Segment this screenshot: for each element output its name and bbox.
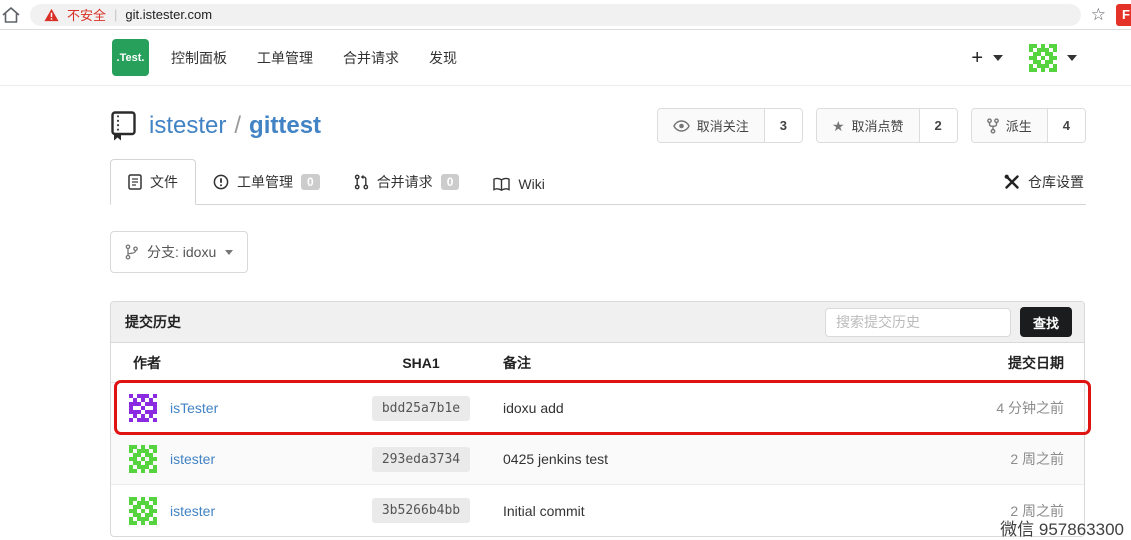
home-icon[interactable] xyxy=(2,6,20,24)
forks-count[interactable]: 4 xyxy=(1048,109,1085,142)
commit-search-input[interactable] xyxy=(825,308,1011,337)
repo-title-separator: / xyxy=(234,112,241,139)
repo-header: istester / gittest 取消关注 3 ★ 取消点赞 2 xyxy=(110,108,1086,143)
chevron-down-icon[interactable] xyxy=(993,55,1003,61)
header-message: 备注 xyxy=(491,353,934,373)
commit-search-button[interactable]: 查找 xyxy=(1020,307,1072,337)
header-date: 提交日期 xyxy=(934,353,1084,373)
fork-icon xyxy=(987,118,999,134)
tab-files-label: 文件 xyxy=(150,172,178,192)
tab-wiki-label: Wiki xyxy=(518,176,544,192)
issue-icon xyxy=(213,174,229,190)
tab-issues-label: 工单管理 xyxy=(237,172,293,192)
chevron-down-icon xyxy=(225,250,233,255)
unwatch-button[interactable]: 取消关注 3 xyxy=(657,108,803,143)
unwatch-label: 取消关注 xyxy=(697,116,749,135)
create-new-button[interactable]: + xyxy=(971,48,983,68)
commit-date: 2 周之前 xyxy=(934,449,1084,469)
branch-selector-label: 分支: idoxu xyxy=(147,242,216,262)
tab-wiki[interactable]: Wiki xyxy=(476,164,561,204)
commit-message: 0425 jenkins test xyxy=(491,451,934,467)
commit-sha-badge[interactable]: 3b5266b4bb xyxy=(372,498,470,523)
browser-extension-icon[interactable]: F xyxy=(1116,4,1131,26)
unstar-button[interactable]: ★ 取消点赞 2 xyxy=(816,108,958,143)
header-author: 作者 xyxy=(111,353,351,373)
tab-pull-requests[interactable]: 合并请求 0 xyxy=(337,160,477,204)
site-logo[interactable]: .Test. xyxy=(112,39,149,76)
fork-label: 派生 xyxy=(1006,116,1032,135)
commit-row[interactable]: isTester bdd25a7b1e idoxu add 4 分钟之前 xyxy=(111,383,1084,434)
commit-sha-badge[interactable]: bdd25a7b1e xyxy=(372,396,470,421)
stars-count[interactable]: 2 xyxy=(920,109,957,142)
commit-author-avatar[interactable] xyxy=(129,445,157,473)
commit-author-avatar[interactable] xyxy=(129,394,157,422)
commit-row[interactable]: istester 293eda3734 0425 jenkins test 2 … xyxy=(111,434,1084,485)
commit-table: 作者 SHA1 备注 提交日期 isTester bdd25a7b1e idox… xyxy=(111,343,1084,536)
repo-settings-label: 仓库设置 xyxy=(1028,172,1084,192)
repo-tabs: 文件 工单管理 0 合并请求 0 Wiki 仓库设置 xyxy=(110,159,1086,205)
tab-files[interactable]: 文件 xyxy=(110,159,196,205)
user-avatar[interactable] xyxy=(1029,44,1057,72)
repo-title: istester / gittest xyxy=(149,112,321,140)
merge-request-icon xyxy=(354,174,369,190)
tools-icon xyxy=(1004,174,1020,190)
commit-history-header: 提交历史 查找 xyxy=(111,302,1084,343)
fork-button[interactable]: 派生 4 xyxy=(971,108,1086,143)
commit-author-link[interactable]: isTester xyxy=(170,400,218,416)
wechat-watermark: 微信 957863300 xyxy=(1000,515,1124,540)
panel-title: 提交历史 xyxy=(125,312,181,332)
commit-author-avatar[interactable] xyxy=(129,497,157,525)
commit-row[interactable]: istester 3b5266b4bb Initial commit 2 周之前 xyxy=(111,485,1084,536)
warning-triangle-icon xyxy=(44,8,59,22)
repo-name-link[interactable]: gittest xyxy=(249,112,321,139)
commit-sha-badge[interactable]: 293eda3734 xyxy=(372,447,470,472)
branch-icon xyxy=(125,244,138,260)
security-warning[interactable]: 不安全 xyxy=(67,5,106,24)
nav-explore[interactable]: 发现 xyxy=(429,48,457,68)
nav-issues[interactable]: 工单管理 xyxy=(257,48,313,68)
wiki-book-icon xyxy=(493,177,510,192)
commit-table-header: 作者 SHA1 备注 提交日期 xyxy=(111,343,1084,383)
tab-issues[interactable]: 工单管理 0 xyxy=(196,160,337,204)
url-text[interactable]: git.istester.com xyxy=(125,7,212,22)
tab-pull-requests-label: 合并请求 xyxy=(377,172,433,192)
address-bar[interactable]: 不安全 | git.istester.com xyxy=(30,4,1081,26)
bookmark-star-icon[interactable]: ☆ xyxy=(1091,6,1106,23)
nav-dashboard[interactable]: 控制面板 xyxy=(171,48,227,68)
chevron-down-icon[interactable] xyxy=(1067,55,1077,61)
star-icon: ★ xyxy=(832,119,845,133)
repo-settings-button[interactable]: 仓库设置 xyxy=(1002,160,1086,204)
pull-requests-count-badge: 0 xyxy=(441,174,460,190)
commit-author-link[interactable]: istester xyxy=(170,503,215,519)
repo-owner-link[interactable]: istester xyxy=(149,112,226,139)
site-navbar: .Test. 控制面板 工单管理 合并请求 发现 + xyxy=(0,30,1131,86)
commit-date: 4 分钟之前 xyxy=(934,398,1084,418)
address-separator: | xyxy=(114,7,117,22)
nav-pull-requests[interactable]: 合并请求 xyxy=(343,48,399,68)
unstar-label: 取消点赞 xyxy=(852,116,904,135)
branch-selector[interactable]: 分支: idoxu xyxy=(110,231,248,273)
commit-message: Initial commit xyxy=(491,503,934,519)
eye-icon xyxy=(673,120,690,132)
repository-icon xyxy=(110,111,137,141)
header-sha1: SHA1 xyxy=(351,355,491,371)
commit-message: idoxu add xyxy=(491,400,934,416)
issues-count-badge: 0 xyxy=(301,174,320,190)
commit-history-panel: 提交历史 查找 作者 SHA1 备注 提交日期 isTester bdd25a7… xyxy=(110,301,1085,537)
commit-author-link[interactable]: istester xyxy=(170,451,215,467)
browser-chrome: 不安全 | git.istester.com ☆ F xyxy=(0,0,1131,30)
watchers-count[interactable]: 3 xyxy=(765,109,802,142)
file-icon xyxy=(128,174,142,190)
